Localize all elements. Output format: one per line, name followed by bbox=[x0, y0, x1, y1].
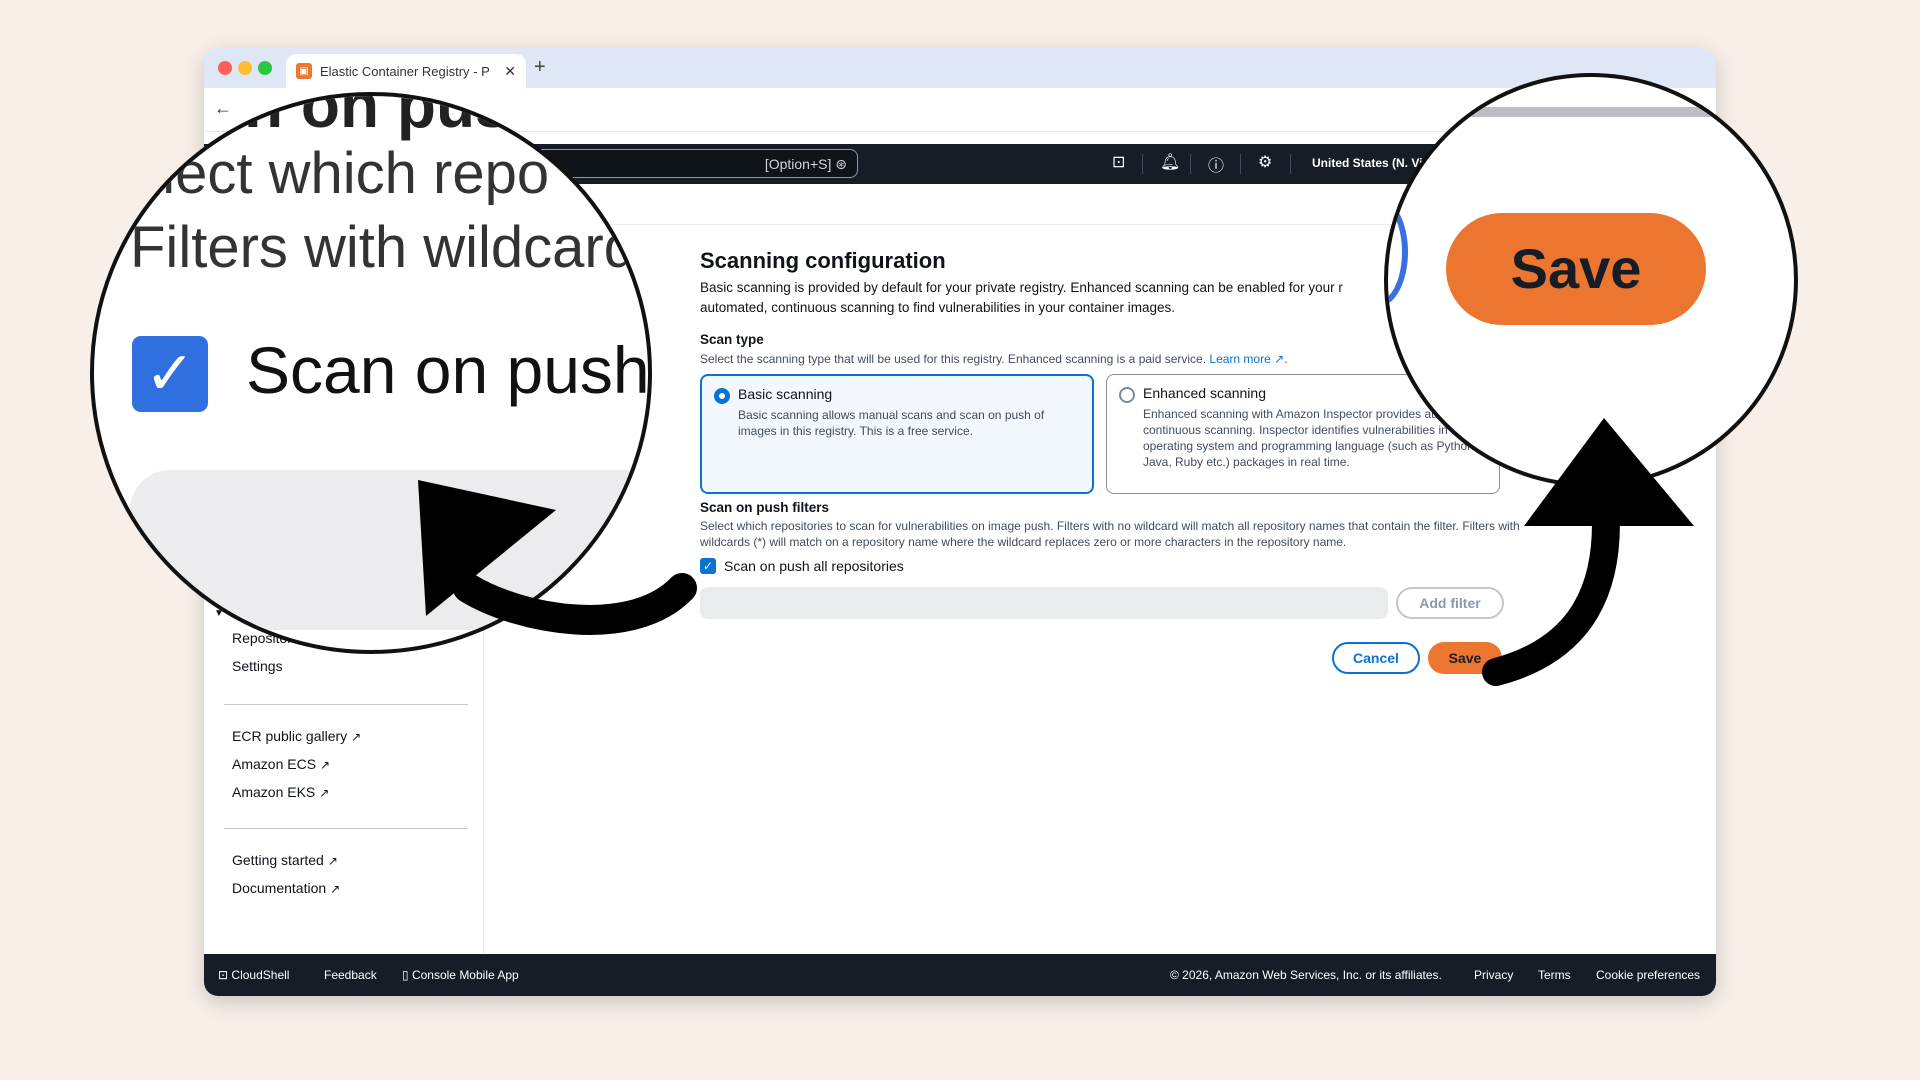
add-filter-button[interactable]: Add filter bbox=[1396, 587, 1504, 619]
zoom-save-button: Save bbox=[1446, 213, 1706, 325]
zoom-focus-ring bbox=[1388, 197, 1408, 307]
header-divider bbox=[1290, 154, 1291, 174]
shortcut-icon: ⊛ bbox=[835, 156, 847, 172]
learn-more-text: Learn more bbox=[1209, 352, 1271, 366]
maximize-window-button[interactable] bbox=[258, 61, 272, 75]
scan-type-desc-text: Select the scanning type that will be us… bbox=[700, 352, 1207, 366]
search-shortcut: [Option+S] ⊛ bbox=[765, 156, 847, 173]
header-divider bbox=[1240, 154, 1241, 174]
enhanced-scanning-description: Enhanced scanning with Amazon Inspector … bbox=[1143, 407, 1482, 469]
minimize-window-button[interactable] bbox=[238, 61, 252, 75]
basic-scanning-description: Basic scanning allows manual scans and s… bbox=[738, 408, 1045, 438]
footer-cookie-preferences[interactable]: Cookie preferences bbox=[1596, 968, 1700, 982]
gear-icon[interactable]: ⚙ bbox=[1258, 152, 1272, 172]
sidebar-item-amazon-eks[interactable]: Amazon EKS ↗ bbox=[232, 784, 329, 800]
zoom-checkbox-icon: ✓ bbox=[132, 336, 208, 412]
enhanced-scanning-title: Enhanced scanning bbox=[1143, 385, 1266, 401]
search-shortcut-text: [Option+S] bbox=[764, 156, 832, 172]
sidebar-item-amazon-ecs[interactable]: Amazon ECS ↗ bbox=[232, 756, 330, 772]
basic-scanning-radio[interactable] bbox=[714, 388, 730, 404]
scan-type-description: Select the scanning type that will be us… bbox=[700, 352, 1288, 366]
region-selector[interactable]: United States (N. Vi bbox=[1312, 156, 1422, 170]
zoom-description-line: elect which repo bbox=[130, 141, 550, 206]
zoom-magnifier-left: n on pus elect which repo Filters with w… bbox=[90, 92, 652, 654]
tab-title: Elastic Container Registry - P bbox=[320, 63, 490, 79]
zoom-filter-input bbox=[130, 470, 648, 630]
footer-cloudshell-text: CloudShell bbox=[231, 968, 290, 982]
enhanced-scanning-radio[interactable] bbox=[1119, 387, 1135, 403]
cloudshell-icon[interactable]: ⊡ bbox=[1112, 152, 1125, 172]
page-title: Scanning configuration bbox=[700, 248, 946, 273]
tab-strip: ▣ Elastic Container Registry - P ✕ + bbox=[204, 48, 1716, 88]
zoom-scan-on-push-label: Scan on push bbox=[246, 333, 650, 407]
cancel-button[interactable]: Cancel bbox=[1332, 642, 1420, 674]
help-icon[interactable]: ⓘ bbox=[1208, 152, 1224, 176]
sidebar-divider bbox=[224, 828, 468, 829]
footer-cloudshell[interactable]: ⊡ CloudShell bbox=[218, 968, 289, 982]
sidebar-item-getting-started[interactable]: Getting started ↗ bbox=[232, 852, 338, 868]
footer-copyright: © 2026, Amazon Web Services, Inc. or its… bbox=[1170, 968, 1442, 982]
save-button[interactable]: Save bbox=[1428, 642, 1502, 674]
scan-type-label: Scan type bbox=[700, 332, 764, 347]
mobile-app-icon: ▯ bbox=[402, 968, 409, 982]
header-divider bbox=[1190, 154, 1191, 174]
header-divider bbox=[1142, 154, 1143, 174]
external-link-icon: ↗ bbox=[1274, 352, 1285, 366]
basic-scanning-title: Basic scanning bbox=[738, 386, 833, 402]
scan-all-label[interactable]: Scan on push all repositories bbox=[724, 558, 904, 574]
bell-icon[interactable]: 🔔︎ bbox=[1160, 152, 1180, 172]
tab-close-icon[interactable]: ✕ bbox=[504, 63, 516, 80]
new-tab-button[interactable]: + bbox=[534, 56, 546, 79]
external-link-icon: ↗ bbox=[351, 730, 362, 744]
scan-on-push-filters-label: Scan on push filters bbox=[700, 500, 830, 515]
close-window-button[interactable] bbox=[218, 61, 232, 75]
external-link-icon: ↗ bbox=[330, 882, 341, 896]
cloudshell-icon: ⊡ bbox=[218, 968, 229, 982]
footer-terms[interactable]: Terms bbox=[1538, 968, 1571, 982]
sidebar-item-label: ECR public gallery bbox=[232, 728, 348, 744]
sidebar-item-label: Amazon ECS bbox=[232, 756, 317, 772]
sidebar-item-ecr-public-gallery[interactable]: ECR public gallery ↗ bbox=[232, 728, 361, 744]
footer-feedback[interactable]: Feedback bbox=[324, 968, 377, 982]
sidebar-item-label: Documentation bbox=[232, 880, 327, 896]
external-link-icon: ↗ bbox=[327, 854, 338, 868]
aws-favicon-icon: ▣ bbox=[296, 63, 312, 79]
footer-mobile-text: Console Mobile App bbox=[411, 968, 519, 982]
scan-all-checkbox[interactable]: ✓ bbox=[700, 558, 716, 574]
filter-input[interactable] bbox=[700, 587, 1388, 619]
learn-more-link[interactable]: Learn more ↗ bbox=[1209, 352, 1284, 366]
footer: ⊡ CloudShell Feedback ▯ Console Mobile A… bbox=[204, 954, 1716, 996]
sidebar-divider bbox=[224, 704, 468, 705]
external-link-icon: ↗ bbox=[320, 758, 331, 772]
zoom-scrollbar bbox=[1448, 107, 1794, 117]
page-description: Basic scanning is provided by default fo… bbox=[700, 280, 1343, 315]
zoom-magnifier-right: Save bbox=[1384, 73, 1798, 487]
sidebar-item-label: Getting started bbox=[232, 852, 324, 868]
sidebar-item-settings[interactable]: Settings bbox=[232, 658, 283, 674]
external-link-icon: ↗ bbox=[319, 786, 330, 800]
browser-tab[interactable]: ▣ Elastic Container Registry - P ✕ bbox=[286, 54, 526, 88]
back-arrow-icon[interactable]: ← bbox=[214, 98, 232, 119]
scan-on-push-filters-description: Select which repositories to scan for vu… bbox=[700, 519, 1520, 549]
sidebar-item-label: Amazon EKS bbox=[232, 784, 316, 800]
footer-privacy[interactable]: Privacy bbox=[1474, 968, 1513, 982]
sidebar-item-documentation[interactable]: Documentation ↗ bbox=[232, 880, 340, 896]
basic-scanning-option[interactable]: Basic scanning Basic scanning allows man… bbox=[700, 374, 1094, 494]
zoom-description-line: Filters with wildcard bbox=[130, 215, 636, 280]
zoom-heading-text: n on pus bbox=[244, 92, 511, 141]
footer-console-mobile-app[interactable]: ▯ Console Mobile App bbox=[402, 968, 519, 982]
